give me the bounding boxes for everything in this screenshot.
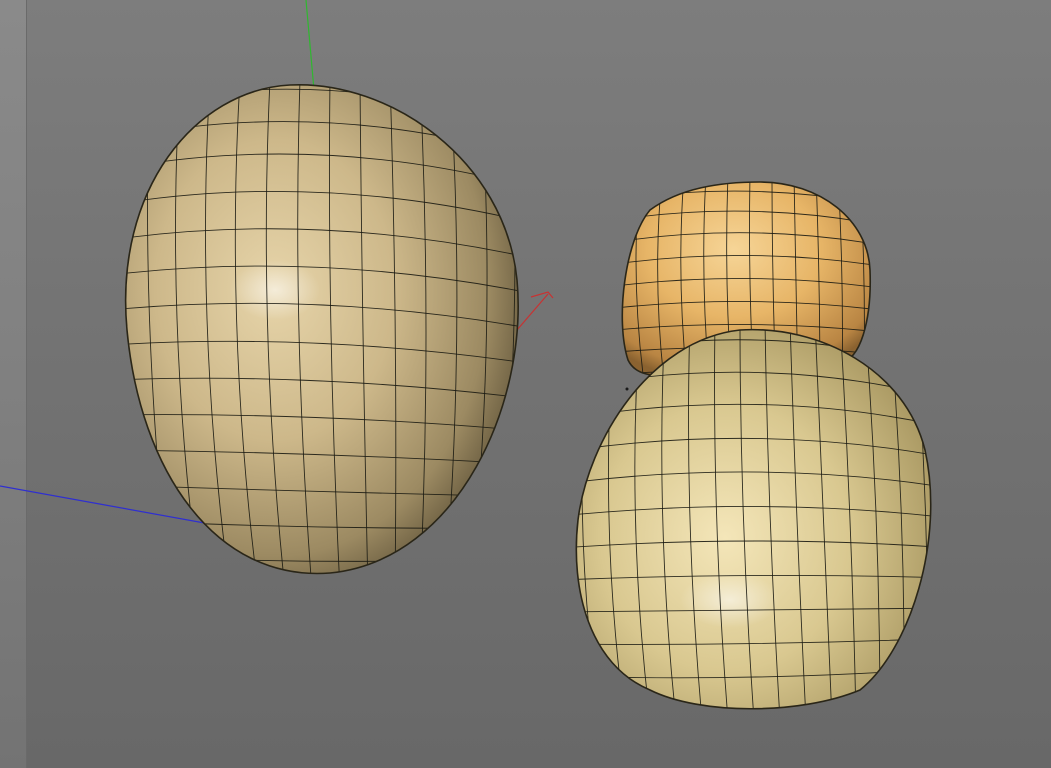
potato-large-left[interactable] — [110, 80, 540, 590]
potato-front-right[interactable] — [560, 320, 950, 720]
viewport-scene[interactable] — [0, 0, 1051, 768]
y-axis-line — [305, 0, 315, 91]
3d-viewport[interactable] — [0, 0, 1051, 768]
x-axis-gizmo[interactable] — [516, 291, 554, 331]
pivot-point[interactable] — [625, 387, 629, 391]
